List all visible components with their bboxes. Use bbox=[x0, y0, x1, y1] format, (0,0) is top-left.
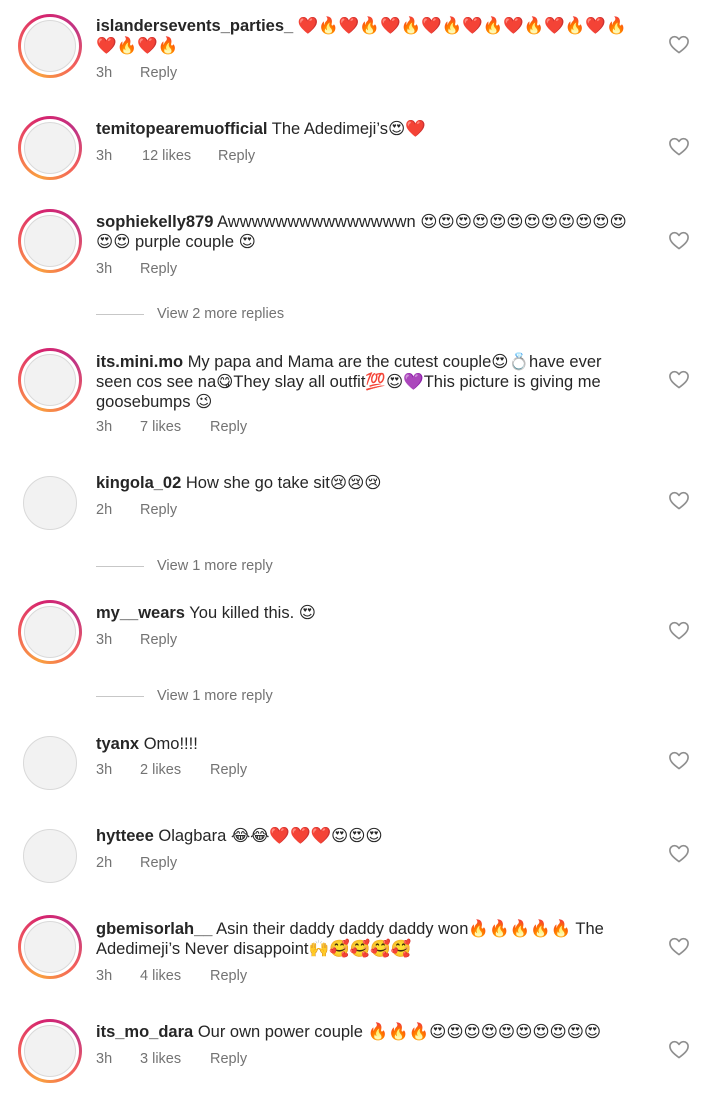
comment-username[interactable]: temitopearemuofficial bbox=[96, 120, 267, 138]
comment-time: 3h bbox=[96, 632, 113, 648]
avatar[interactable] bbox=[18, 209, 82, 273]
reply-button[interactable]: Reply bbox=[140, 64, 177, 82]
divider-line bbox=[96, 314, 144, 315]
reply-button[interactable]: Reply bbox=[210, 418, 247, 436]
comment-time: 3h bbox=[96, 968, 113, 984]
comment-time: 3h bbox=[96, 148, 113, 164]
reply-button[interactable]: Reply bbox=[140, 854, 177, 872]
heart-icon[interactable] bbox=[668, 936, 690, 956]
avatar[interactable] bbox=[18, 116, 82, 180]
avatar[interactable] bbox=[23, 476, 77, 530]
avatar[interactable] bbox=[23, 736, 77, 790]
reply-button[interactable]: Reply bbox=[210, 1050, 247, 1068]
heart-icon[interactable] bbox=[668, 230, 690, 250]
avatar[interactable] bbox=[18, 600, 82, 664]
comment-text: The Adedimeji’s😍❤️ bbox=[271, 120, 426, 138]
reply-button[interactable]: Reply bbox=[210, 967, 247, 985]
avatar[interactable] bbox=[23, 829, 77, 883]
comment-time: 3h bbox=[96, 419, 113, 435]
comment-username[interactable]: kingola_02 bbox=[96, 474, 181, 492]
comment-text: Olagbara 😂😂❤️❤️❤️😍😍😍 bbox=[158, 827, 383, 845]
comment-username[interactable]: its_mo_dara bbox=[96, 1023, 193, 1041]
heart-icon[interactable] bbox=[668, 843, 690, 863]
comment-likes[interactable]: 4 likes bbox=[140, 967, 181, 985]
reply-button[interactable]: Reply bbox=[218, 147, 255, 165]
view-replies-label[interactable]: View 1 more reply bbox=[157, 557, 273, 575]
heart-icon[interactable] bbox=[668, 369, 690, 389]
comment-time: 3h bbox=[96, 65, 113, 81]
avatar[interactable] bbox=[18, 348, 82, 412]
comment-username[interactable]: islandersevents_parties_ bbox=[96, 17, 293, 35]
reply-button[interactable]: Reply bbox=[140, 501, 177, 519]
comment-likes[interactable]: 7 likes bbox=[140, 418, 181, 436]
heart-icon[interactable] bbox=[668, 136, 690, 156]
reply-button[interactable]: Reply bbox=[210, 761, 247, 779]
comment-likes[interactable]: 12 likes bbox=[142, 147, 191, 165]
reply-button[interactable]: Reply bbox=[140, 631, 177, 649]
divider-line bbox=[96, 696, 144, 697]
comment-username[interactable]: gbemisorlah__ bbox=[96, 920, 212, 938]
comment-username[interactable]: sophiekelly879 bbox=[96, 213, 213, 231]
heart-icon[interactable] bbox=[668, 1039, 690, 1059]
comment-time: 3h bbox=[96, 261, 113, 277]
comment-text: You killed this. 😍 bbox=[189, 604, 316, 622]
comment-likes[interactable]: 3 likes bbox=[140, 1050, 181, 1068]
comment-text: Our own power couple 🔥🔥🔥😍😍😍😍😍😍😍😍😍😍 bbox=[197, 1023, 602, 1041]
heart-icon[interactable] bbox=[668, 34, 690, 54]
comment-text: Omo!!!! bbox=[143, 735, 198, 753]
comment-username[interactable]: tyanx bbox=[96, 735, 139, 753]
divider-line bbox=[96, 566, 144, 567]
comment-time: 2h bbox=[96, 855, 113, 871]
comment-username[interactable]: its.mini.mo bbox=[96, 353, 183, 371]
avatar[interactable] bbox=[18, 14, 82, 78]
heart-icon[interactable] bbox=[668, 620, 690, 640]
avatar[interactable] bbox=[18, 1019, 82, 1083]
comment-time: 3h bbox=[96, 1051, 113, 1067]
avatar[interactable] bbox=[18, 915, 82, 979]
comment-time: 3h bbox=[96, 762, 113, 778]
view-replies-label[interactable]: View 1 more reply bbox=[157, 687, 273, 705]
comment-username[interactable]: my__wears bbox=[96, 604, 185, 622]
comment-likes[interactable]: 2 likes bbox=[140, 761, 181, 779]
comment-text: How she go take sit😢😢😢 bbox=[185, 474, 382, 492]
reply-button[interactable]: Reply bbox=[140, 260, 177, 278]
heart-icon[interactable] bbox=[668, 490, 690, 510]
comment-time: 2h bbox=[96, 502, 113, 518]
heart-icon[interactable] bbox=[668, 750, 690, 770]
view-replies-label[interactable]: View 2 more replies bbox=[157, 305, 284, 323]
comment-username[interactable]: hytteee bbox=[96, 827, 154, 845]
